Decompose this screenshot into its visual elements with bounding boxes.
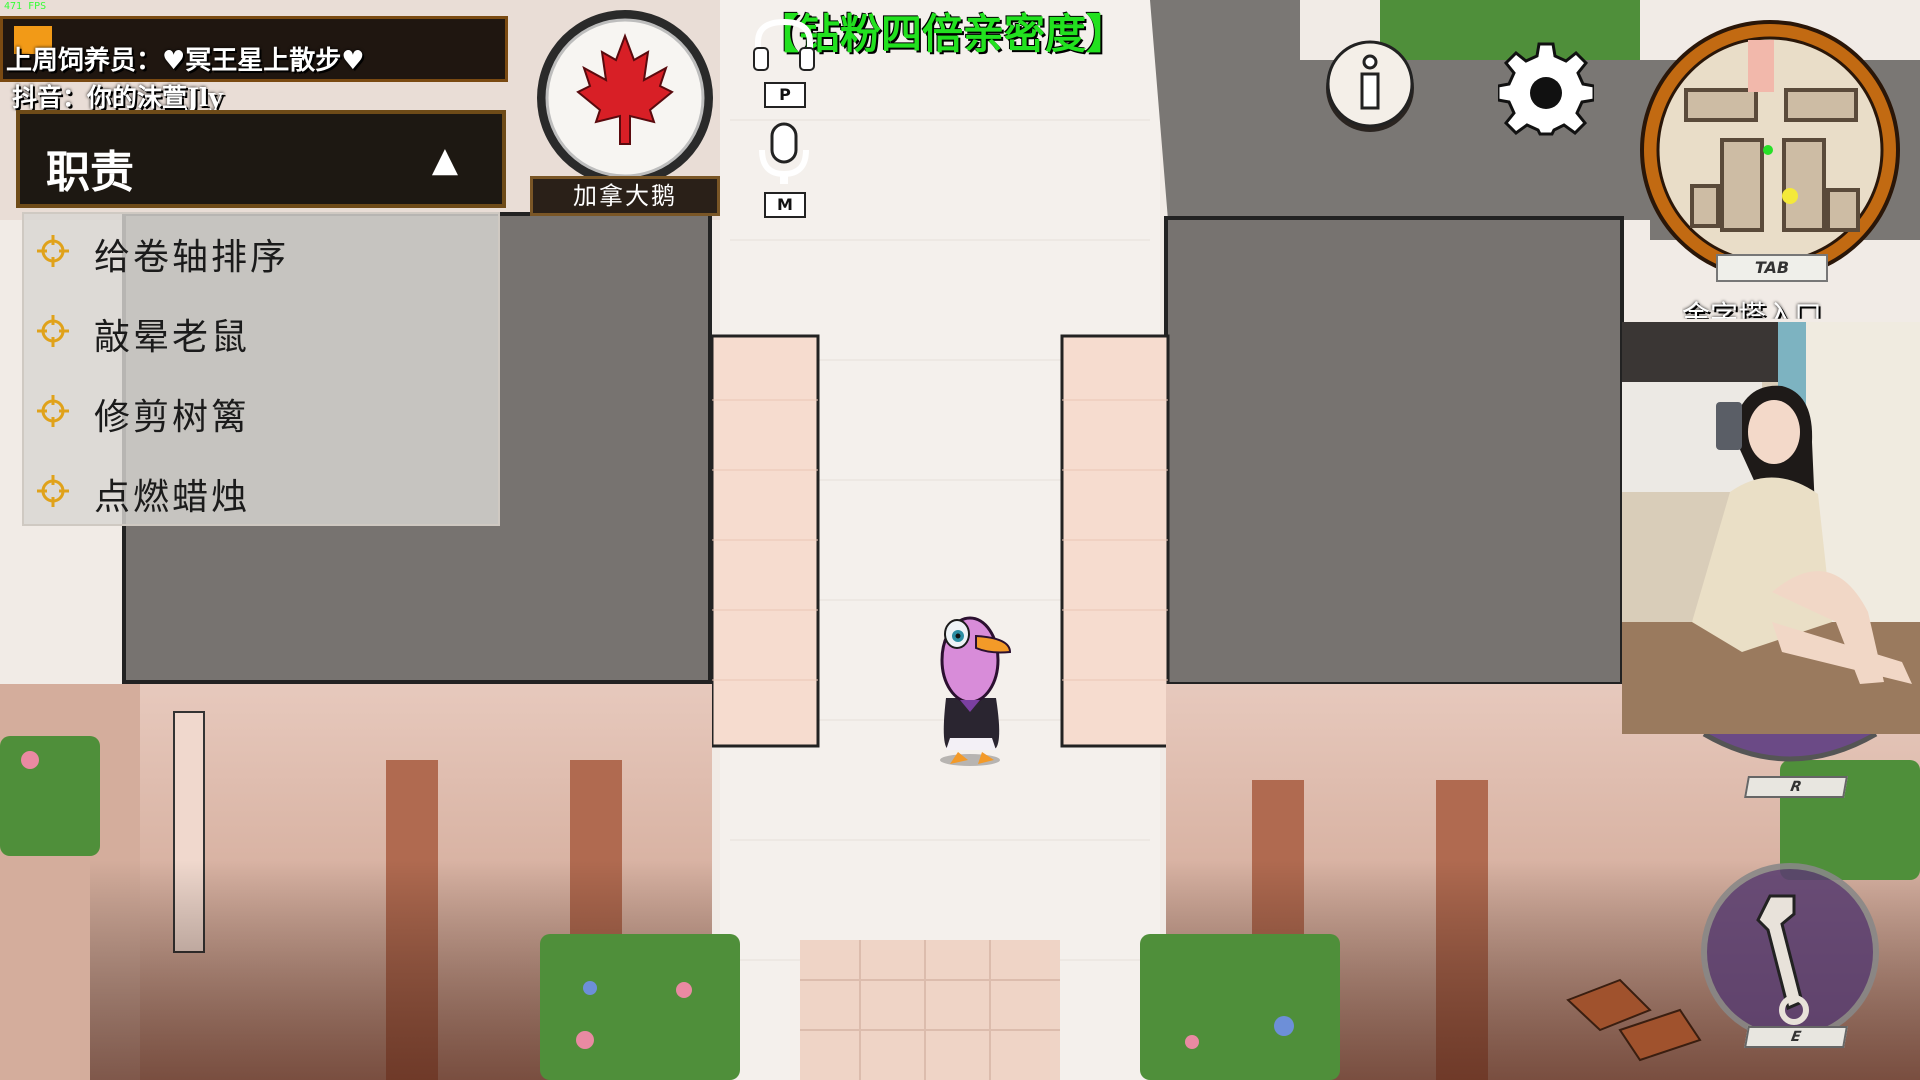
info-icon[interactable] — [1322, 34, 1418, 138]
task-target-icon — [37, 395, 69, 427]
mute-key: M — [764, 192, 806, 218]
task-label: 敲晕老鼠 — [94, 317, 251, 358]
use-button[interactable] — [1694, 860, 1890, 1040]
minimap[interactable] — [1636, 20, 1904, 288]
task-item[interactable]: 点燃蜡烛 — [24, 454, 494, 534]
task-label: 修剪树篱 — [94, 397, 251, 438]
tasks-list: 给卷轴排序 敲晕老鼠 修剪树篱 点燃蜡烛 — [22, 212, 500, 526]
map-toggle-key[interactable]: TAB — [1716, 254, 1828, 282]
fps-counter: 471 FPS — [4, 1, 47, 12]
streamer-webcam — [1622, 322, 1920, 734]
last-week-feeder-text: 上周饲养员：♥冥王星上散步♥ — [6, 46, 365, 76]
push-to-talk-key: P — [764, 82, 806, 108]
report-key: R — [1744, 776, 1848, 798]
report-button[interactable] — [1700, 734, 1880, 782]
douyin-id-text: 抖音：你的沫萱Jly — [12, 83, 223, 112]
tasks-title: 职责 — [46, 148, 134, 197]
streamer-image — [1622, 322, 1920, 734]
task-target-icon — [37, 235, 69, 267]
use-key: E — [1744, 1026, 1848, 1048]
task-label: 给卷轴排序 — [94, 237, 290, 278]
task-item[interactable]: 敲晕老鼠 — [24, 294, 494, 374]
gear-icon[interactable] — [1498, 42, 1594, 138]
task-target-icon — [37, 315, 69, 347]
task-target-icon — [37, 475, 69, 507]
push-to-talk-icon[interactable] — [752, 18, 816, 72]
role-badge[interactable]: 加拿大鹅 — [530, 6, 720, 216]
microphone-icon[interactable] — [754, 120, 814, 186]
task-label: 点燃蜡烛 — [94, 477, 251, 518]
task-item[interactable]: 修剪树篱 — [24, 374, 494, 454]
collapse-tasks-button[interactable]: ▲ — [432, 140, 458, 180]
maple-leaf-icon — [537, 10, 713, 176]
tasks-header[interactable]: 职责 ▲ — [16, 110, 506, 208]
role-name-label: 加拿大鹅 — [530, 176, 720, 216]
task-item[interactable]: 给卷轴排序 — [24, 214, 494, 294]
goose-player — [940, 616, 1012, 766]
